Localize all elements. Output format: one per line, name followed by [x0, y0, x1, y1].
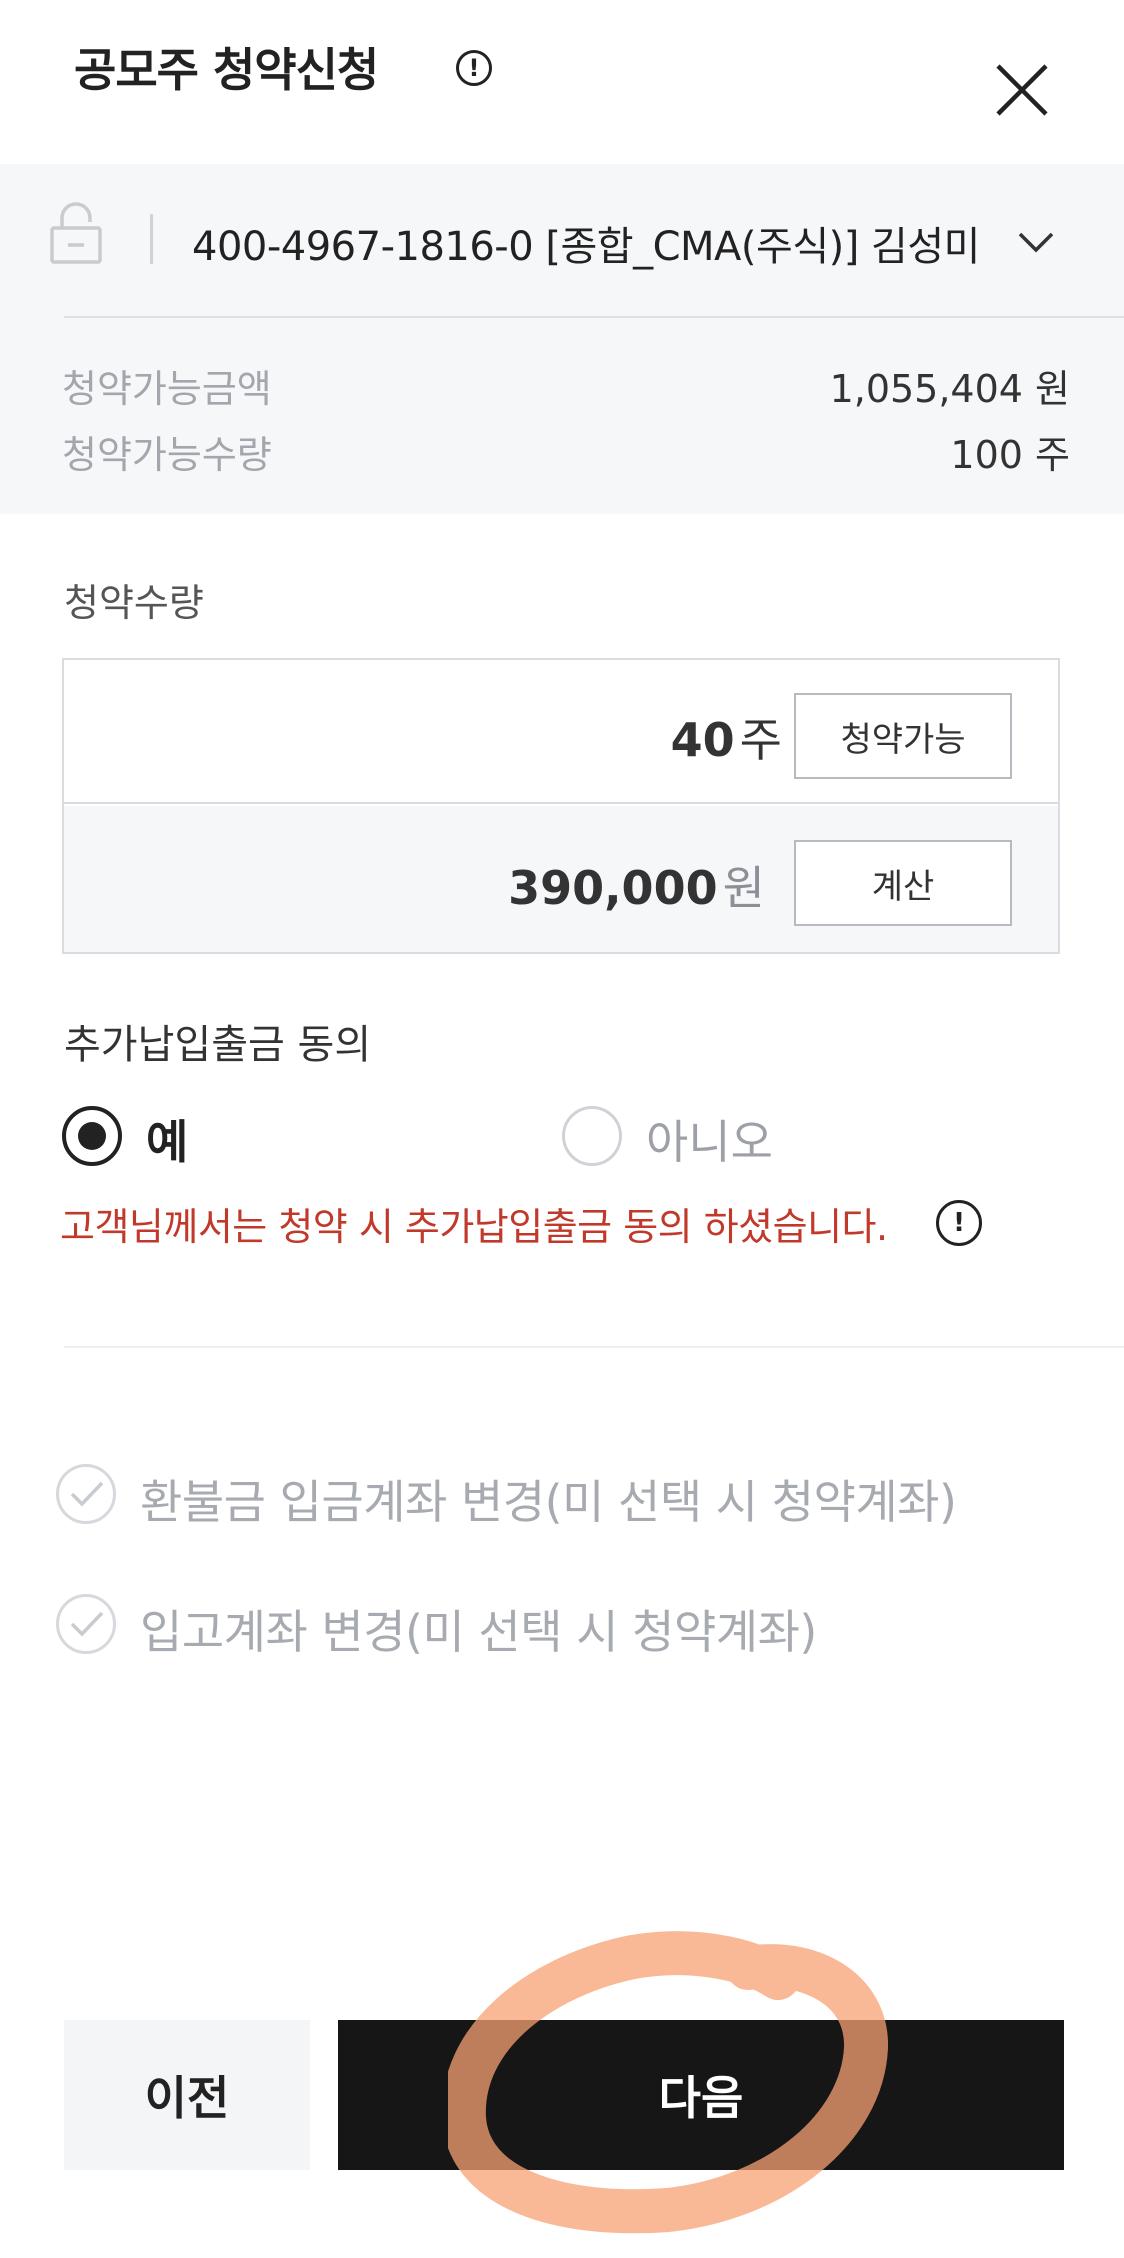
quantity-unit: 주	[739, 713, 782, 767]
amount-unit: 원	[722, 861, 765, 915]
max-quantity-button[interactable]: 청약가능	[794, 693, 1012, 779]
available-amount-label: 청약가능금액	[62, 367, 272, 411]
refund-account-label[interactable]: 환불금 입금계좌 변경(미 선택 시 청약계좌)	[140, 1466, 957, 1532]
deposit-account-check[interactable]	[56, 1594, 116, 1654]
calculate-button[interactable]: 계산	[794, 840, 1012, 926]
next-button[interactable]: 다음	[338, 2020, 1064, 2170]
prev-button[interactable]: 이전	[64, 2020, 310, 2170]
divider	[150, 214, 153, 264]
available-qty-value: 100 주	[950, 433, 1070, 477]
quantity-input[interactable]: 40 주	[560, 704, 782, 770]
page-title: 공모주 청약신청	[74, 43, 379, 97]
consent-notice: 고객님께서는 청약 시 추가납입출금 동의 하셨습니다.	[60, 1205, 888, 1249]
amount-display: 390,000 원	[420, 852, 765, 918]
radio-yes[interactable]	[62, 1106, 122, 1166]
available-qty-label: 청약가능수량	[62, 433, 272, 477]
available-amount-value: 1,055,404 원	[829, 367, 1070, 411]
account-selector[interactable]: 400-4967-1816-0 [종합_CMA(주식)] 김성미	[192, 214, 980, 272]
divider	[64, 1346, 1124, 1348]
close-icon[interactable]	[990, 58, 1054, 122]
deposit-account-label[interactable]: 입고계좌 변경(미 선택 시 청약계좌)	[140, 1596, 817, 1662]
info-circle-icon[interactable]: !	[456, 50, 492, 86]
divider	[64, 316, 1124, 318]
quantity-value: 40	[670, 713, 735, 767]
info-circle-icon[interactable]: !	[936, 1200, 982, 1246]
consent-label: 추가납입출금 동의	[64, 1022, 372, 1068]
lock-icon	[48, 200, 104, 264]
check-icon	[70, 1611, 104, 1637]
radio-no[interactable]	[562, 1106, 622, 1166]
refund-account-check[interactable]	[56, 1464, 116, 1524]
chevron-down-icon[interactable]	[1016, 222, 1056, 262]
amount-value: 390,000	[508, 861, 718, 915]
radio-yes-label[interactable]: 예	[146, 1106, 188, 1172]
quantity-label: 청약수량	[64, 581, 204, 625]
radio-no-label[interactable]: 아니오	[646, 1106, 773, 1172]
check-icon	[70, 1481, 104, 1507]
